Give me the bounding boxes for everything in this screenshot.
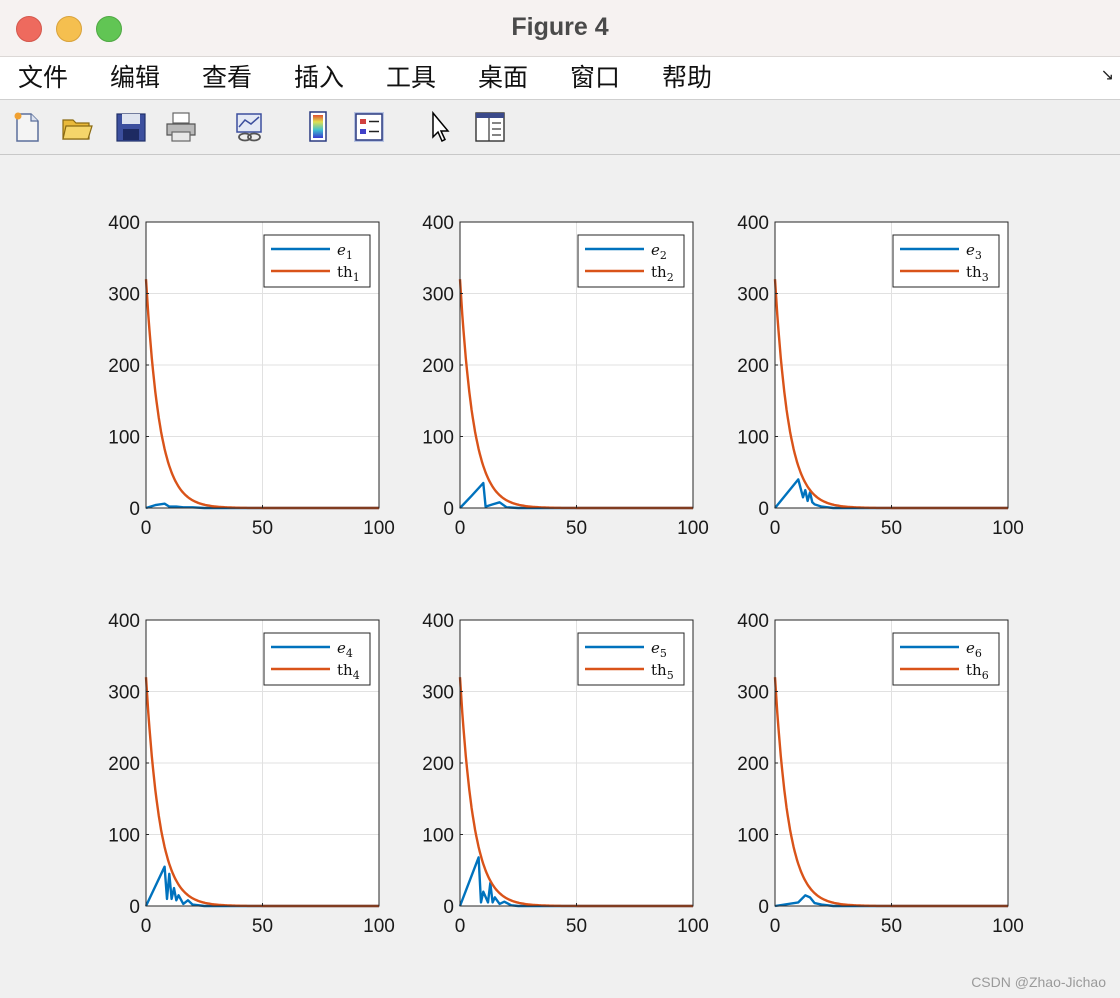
dock-arrow-icon[interactable]: ↘ [1101, 65, 1114, 84]
menu-view[interactable]: 查看 [202, 57, 252, 99]
figure-window: Figure 4 文件 编辑 查看 插入 工具 桌面 窗口 帮助 ↘ 0 50 … [0, 0, 1120, 998]
x-tick-label: 100 [363, 518, 395, 539]
x-tick-label: 50 [252, 518, 273, 539]
subplot-3: 0 50 100 0 100 200 300 400 e3th3 [737, 213, 1024, 539]
y-tick-label: 400 [422, 611, 454, 632]
y-tick-label: 0 [758, 897, 769, 918]
x-tick-label: 0 [455, 916, 466, 937]
x-tick-label: 0 [455, 518, 466, 539]
y-tick-label: 100 [422, 428, 454, 449]
y-tick-label: 400 [737, 213, 769, 234]
y-tick-label: 300 [108, 683, 140, 704]
x-tick-label: 100 [363, 916, 395, 937]
x-tick-label: 50 [252, 916, 273, 937]
subplot-2: 0 50 100 0 100 200 300 400 e2th2 [422, 213, 709, 539]
x-tick-label: 0 [770, 916, 781, 937]
legend: e3th3 [892, 234, 1000, 288]
x-tick-label: 100 [992, 518, 1024, 539]
y-tick-label: 0 [443, 499, 454, 520]
y-tick-label: 100 [737, 428, 769, 449]
menu-file[interactable]: 文件 [18, 57, 68, 99]
pointer-icon[interactable] [423, 110, 457, 144]
menu-window[interactable]: 窗口 [570, 57, 620, 99]
y-tick-label: 300 [422, 683, 454, 704]
legend: e5th5 [577, 632, 685, 686]
menu-bar: 文件 编辑 查看 插入 工具 桌面 窗口 帮助 ↘ [0, 57, 1120, 100]
y-tick-label: 0 [129, 499, 140, 520]
x-tick-label: 100 [677, 916, 709, 937]
print-icon[interactable] [164, 110, 198, 144]
subplot-4: 0 50 100 0 100 200 300 400 e4th4 [108, 611, 395, 937]
title-bar[interactable]: Figure 4 [0, 0, 1120, 57]
menu-help[interactable]: 帮助 [662, 57, 712, 99]
figure-canvas: 0 50 100 0 100 200 300 400 e1 th1 0 50 100 0 100 200 300… [0, 155, 1120, 998]
menu-insert[interactable]: 插入 [294, 57, 344, 99]
open-file-icon[interactable] [60, 110, 94, 144]
x-tick-label: 50 [566, 916, 587, 937]
subplot-6: 0 50 100 0 100 200 300 400 e6th6 [737, 611, 1024, 937]
x-tick-label: 0 [770, 518, 781, 539]
subplot-1: 0 50 100 0 100 200 300 400 e1th1 [108, 213, 395, 539]
y-tick-label: 100 [108, 428, 140, 449]
x-tick-label: 0 [141, 916, 152, 937]
y-tick-label: 400 [108, 213, 140, 234]
y-tick-label: 200 [737, 356, 769, 377]
menu-edit[interactable]: 编辑 [110, 57, 160, 99]
watermark: CSDN @Zhao-Jichao [971, 974, 1106, 990]
y-tick-label: 100 [422, 826, 454, 847]
window-title: Figure 4 [511, 13, 609, 41]
x-tick-label: 100 [992, 916, 1024, 937]
y-tick-label: 0 [443, 897, 454, 918]
colorbar-icon[interactable] [301, 110, 335, 144]
subplot-grid: 0 50 100 0 100 200 300 400 e1th1 0 50 100 0 100 200 300… [108, 213, 1024, 937]
y-tick-label: 300 [737, 683, 769, 704]
y-tick-label: 100 [108, 826, 140, 847]
legend: e4th4 [263, 632, 371, 686]
y-tick-label: 400 [422, 213, 454, 234]
new-figure-icon[interactable] [10, 110, 44, 144]
toolbar [0, 100, 1120, 155]
y-tick-label: 0 [758, 499, 769, 520]
x-tick-label: 50 [566, 518, 587, 539]
link-plot-icon[interactable] [232, 110, 266, 144]
y-tick-label: 200 [108, 754, 140, 775]
y-tick-label: 100 [737, 826, 769, 847]
legend: e6th6 [892, 632, 1000, 686]
y-tick-label: 300 [422, 285, 454, 306]
legend-icon[interactable] [352, 110, 386, 144]
x-tick-label: 50 [881, 518, 902, 539]
y-tick-label: 400 [737, 611, 769, 632]
subplot-5: 0 50 100 0 100 200 300 400 e5th5 [422, 611, 709, 937]
x-tick-label: 50 [881, 916, 902, 937]
save-icon[interactable] [114, 110, 148, 144]
property-editor-icon[interactable] [473, 110, 507, 144]
y-tick-label: 200 [422, 356, 454, 377]
menu-tools[interactable]: 工具 [386, 57, 436, 99]
y-tick-label: 200 [108, 356, 140, 377]
y-tick-label: 200 [737, 754, 769, 775]
menu-desktop[interactable]: 桌面 [478, 57, 528, 99]
y-tick-label: 300 [108, 285, 140, 306]
legend: e1th1 [263, 234, 371, 288]
x-tick-label: 0 [141, 518, 152, 539]
legend: e2th2 [577, 234, 685, 288]
y-tick-label: 0 [129, 897, 140, 918]
y-tick-label: 200 [422, 754, 454, 775]
y-tick-label: 300 [737, 285, 769, 306]
x-tick-label: 100 [677, 518, 709, 539]
y-tick-label: 400 [108, 611, 140, 632]
